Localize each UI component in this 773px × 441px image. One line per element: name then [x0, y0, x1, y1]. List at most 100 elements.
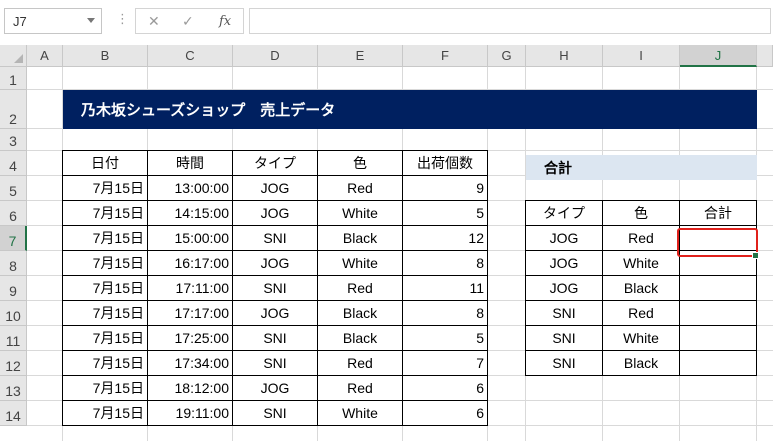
- sales-table-cell[interactable]: 7月15日: [62, 226, 148, 251]
- sales-table-cell[interactable]: 13:00:00: [148, 176, 233, 201]
- row-header-10[interactable]: 10: [0, 301, 27, 326]
- active-cell-highlight[interactable]: [677, 228, 758, 257]
- sales-table-cell[interactable]: Black: [318, 226, 403, 251]
- sales-table-cell[interactable]: White: [318, 401, 403, 426]
- sales-table-cell[interactable]: 6: [403, 401, 488, 426]
- summary-table-cell[interactable]: SNI: [525, 326, 603, 351]
- sales-table-cell[interactable]: 7月15日: [62, 251, 148, 276]
- name-box[interactable]: J7: [4, 8, 102, 34]
- sales-table-cell[interactable]: 7月15日: [62, 201, 148, 226]
- sales-table-cell[interactable]: Red: [318, 276, 403, 301]
- sales-table-cell[interactable]: 6: [403, 376, 488, 401]
- row-header-8[interactable]: 8: [0, 251, 27, 276]
- column-header-I[interactable]: I: [603, 45, 680, 67]
- sales-table-cell[interactable]: SNI: [233, 326, 318, 351]
- insert-function-icon[interactable]: fx: [219, 14, 231, 29]
- sales-table-cell[interactable]: 7月15日: [62, 376, 148, 401]
- sales-table-cell[interactable]: 5: [403, 326, 488, 351]
- sales-table-cell[interactable]: JOG: [233, 301, 318, 326]
- sales-table-cell[interactable]: 7月15日: [62, 301, 148, 326]
- sales-table-cell[interactable]: 7月15日: [62, 176, 148, 201]
- sales-table-cell[interactable]: White: [318, 251, 403, 276]
- column-header-D[interactable]: D: [233, 45, 318, 67]
- fill-handle[interactable]: [752, 252, 759, 259]
- sales-table-cell[interactable]: 9: [403, 176, 488, 201]
- row-header-2[interactable]: 2: [0, 90, 27, 129]
- sales-table-cell[interactable]: 19:11:00: [148, 401, 233, 426]
- row-header-13[interactable]: 13: [0, 376, 27, 401]
- sales-table-cell[interactable]: Red: [318, 176, 403, 201]
- sales-table-cell[interactable]: 18:12:00: [148, 376, 233, 401]
- summary-header-cell[interactable]: 色: [603, 200, 680, 226]
- sales-table-cell[interactable]: Black: [318, 301, 403, 326]
- summary-table-cell[interactable]: Black: [603, 351, 680, 376]
- sales-table-cell[interactable]: SNI: [233, 276, 318, 301]
- select-all-button[interactable]: [0, 45, 27, 67]
- sales-table-cell[interactable]: 17:25:00: [148, 326, 233, 351]
- sales-table-cell[interactable]: 16:17:00: [148, 251, 233, 276]
- summary-table-cell[interactable]: SNI: [525, 351, 603, 376]
- column-header-F[interactable]: F: [403, 45, 488, 67]
- sales-table-cell[interactable]: JOG: [233, 376, 318, 401]
- sales-table-cell[interactable]: 12: [403, 226, 488, 251]
- summary-label[interactable]: 合計: [526, 155, 757, 180]
- summary-table-cell[interactable]: White: [603, 251, 680, 276]
- sales-table-cell[interactable]: White: [318, 201, 403, 226]
- summary-total-cell[interactable]: [680, 351, 757, 376]
- summary-table-cell[interactable]: JOG: [525, 226, 603, 251]
- column-header-B[interactable]: B: [63, 45, 148, 67]
- summary-table-cell[interactable]: Red: [603, 226, 680, 251]
- column-header-C[interactable]: C: [148, 45, 233, 67]
- sales-table-cell[interactable]: 15:00:00: [148, 226, 233, 251]
- sales-header-cell[interactable]: 日付: [62, 150, 148, 176]
- row-header-3[interactable]: 3: [0, 129, 27, 151]
- summary-header-cell[interactable]: タイプ: [525, 200, 603, 226]
- row-header-7[interactable]: 7: [0, 226, 27, 251]
- sales-table-cell[interactable]: JOG: [233, 176, 318, 201]
- sales-table-cell[interactable]: 7月15日: [62, 401, 148, 426]
- summary-table-cell[interactable]: SNI: [525, 301, 603, 326]
- column-header-H[interactable]: H: [526, 45, 603, 67]
- summary-total-cell[interactable]: [680, 301, 757, 326]
- column-header-J[interactable]: J: [680, 45, 757, 67]
- column-header-G[interactable]: G: [488, 45, 526, 67]
- sales-table-cell[interactable]: 7月15日: [62, 351, 148, 376]
- column-header-A[interactable]: A: [27, 45, 63, 67]
- row-header-14[interactable]: 14: [0, 401, 27, 426]
- enter-icon[interactable]: ✓: [182, 13, 194, 30]
- sales-table-cell[interactable]: 8: [403, 301, 488, 326]
- sales-header-cell[interactable]: 色: [318, 150, 403, 176]
- sales-header-cell[interactable]: タイプ: [233, 150, 318, 176]
- summary-table-cell[interactable]: Red: [603, 301, 680, 326]
- cancel-icon[interactable]: ✕: [148, 13, 160, 30]
- sales-table-cell[interactable]: 14:15:00: [148, 201, 233, 226]
- row-header-12[interactable]: 12: [0, 351, 27, 376]
- row-header-4[interactable]: 4: [0, 151, 27, 176]
- summary-table-cell[interactable]: Black: [603, 276, 680, 301]
- summary-table-cell[interactable]: White: [603, 326, 680, 351]
- sales-table-cell[interactable]: 5: [403, 201, 488, 226]
- sales-table-cell[interactable]: Red: [318, 376, 403, 401]
- formula-input[interactable]: [249, 8, 771, 34]
- sales-header-cell[interactable]: 時間: [148, 150, 233, 176]
- sales-table-cell[interactable]: SNI: [233, 351, 318, 376]
- summary-total-cell[interactable]: [680, 276, 757, 301]
- name-box-dropdown-icon[interactable]: [87, 18, 95, 23]
- sales-table-cell[interactable]: SNI: [233, 226, 318, 251]
- sales-table-cell[interactable]: 17:17:00: [148, 301, 233, 326]
- sales-table-cell[interactable]: 11: [403, 276, 488, 301]
- row-header-1[interactable]: 1: [0, 67, 27, 90]
- spreadsheet-grid[interactable]: A B C D E F G H I J 1 2 3 4 5 6 7 8 9 10 11 12 13 14 乃木坂シューズショップ…: [0, 45, 773, 441]
- summary-table-cell[interactable]: JOG: [525, 251, 603, 276]
- sales-table-cell[interactable]: 7月15日: [62, 326, 148, 351]
- column-header-E[interactable]: E: [318, 45, 403, 67]
- sales-header-cell[interactable]: 出荷個数: [403, 150, 488, 176]
- title-banner[interactable]: 乃木坂シューズショップ 売上データ: [63, 90, 757, 129]
- sales-table-cell[interactable]: SNI: [233, 401, 318, 426]
- sales-table-cell[interactable]: JOG: [233, 251, 318, 276]
- sales-table-cell[interactable]: 7: [403, 351, 488, 376]
- row-header-6[interactable]: 6: [0, 201, 27, 226]
- sales-table-cell[interactable]: 17:11:00: [148, 276, 233, 301]
- sales-table-cell[interactable]: 8: [403, 251, 488, 276]
- sales-table-cell[interactable]: 17:34:00: [148, 351, 233, 376]
